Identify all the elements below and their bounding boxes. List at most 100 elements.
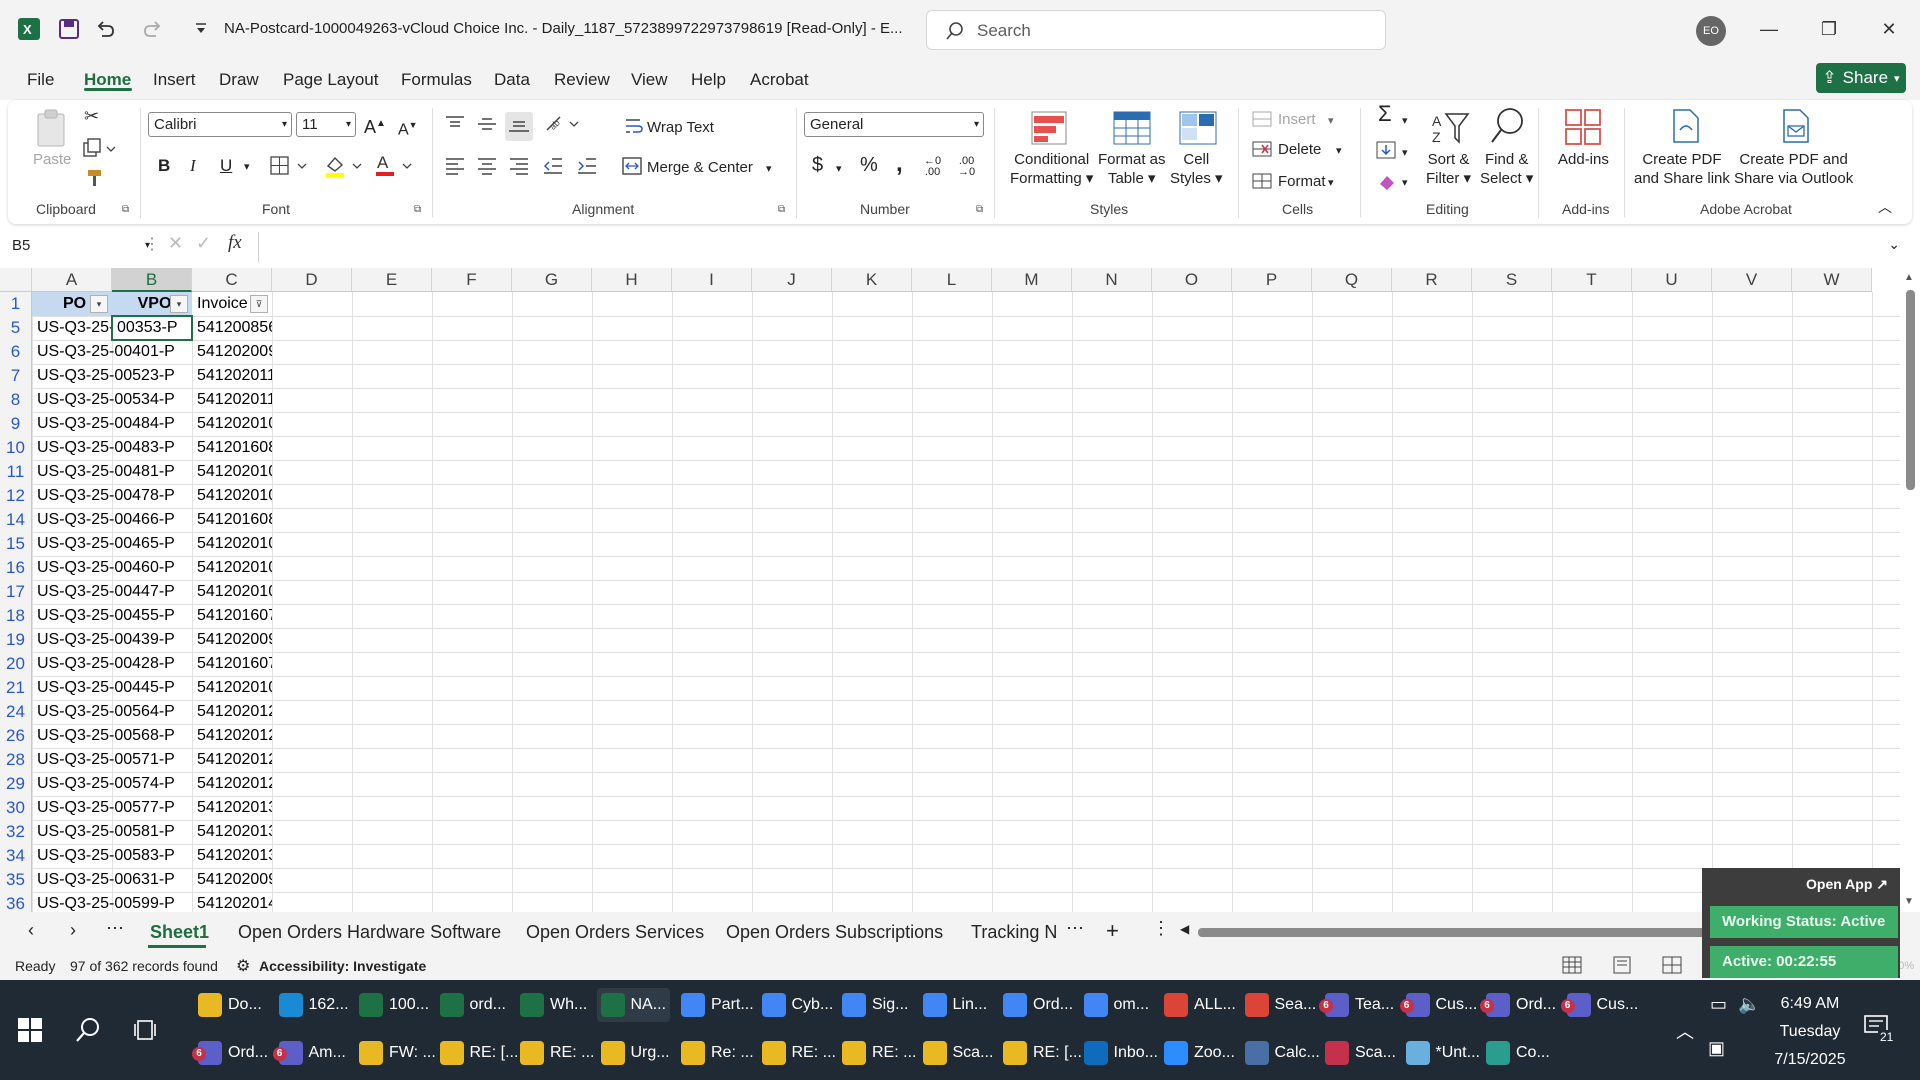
cell-invoice[interactable]: 5412020107 (192, 460, 272, 484)
cell-invoice[interactable]: 5412020127 (192, 748, 272, 772)
chevron-down-icon[interactable]: ▾ (1402, 112, 1408, 131)
percent-icon[interactable]: % (860, 155, 878, 175)
taskbar-app-teams[interactable]: 6 Am... (272, 1036, 350, 1070)
tab-view[interactable]: View (631, 70, 668, 90)
increase-decimal-icon[interactable]: ←0.00 (924, 156, 941, 178)
column-header[interactable]: V (1712, 268, 1792, 292)
row-header[interactable]: 7 (0, 364, 32, 388)
more-sheets-icon[interactable]: ⋯ (1066, 918, 1084, 939)
tab-review[interactable]: Review (554, 70, 610, 90)
chevron-down-icon[interactable]: ▾ (1328, 174, 1334, 193)
chevron-down-icon[interactable]: ▾ (1328, 112, 1334, 131)
format-painter-icon[interactable] (84, 168, 104, 191)
column-header[interactable]: S (1472, 268, 1552, 292)
prev-sheet-icon[interactable]: ‹ (28, 920, 34, 941)
cell-po[interactable]: US-Q3-25-00574-P (32, 772, 192, 796)
font-color-icon[interactable]: A (374, 152, 414, 181)
chevron-down-icon[interactable]: ▾ (766, 160, 772, 179)
dialog-launcher-icon[interactable]: ⧉ (122, 204, 129, 215)
scroll-up-icon[interactable]: ▲ (1904, 272, 1914, 283)
taskbar-app-teams[interactable]: 6 Tea... (1319, 988, 1398, 1022)
cell-invoice[interactable]: 5412020114 (192, 364, 272, 388)
dialog-launcher-icon[interactable]: ⧉ (414, 204, 421, 215)
cell-po[interactable]: US-Q3-25-00599-P (32, 892, 192, 912)
add-ins-icon[interactable] (1564, 106, 1604, 149)
chevron-down-icon[interactable]: ▾ (1402, 174, 1408, 193)
tab-data[interactable]: Data (494, 70, 530, 90)
row-header[interactable]: 28 (0, 748, 32, 772)
sheet-tab-sheet1[interactable]: Sheet1 (150, 922, 209, 943)
row-header[interactable]: 20 (0, 652, 32, 676)
column-header[interactable]: J (752, 268, 832, 292)
cell-po[interactable]: US-Q3-25-00577-P (32, 796, 192, 820)
borders-icon[interactable] (270, 156, 310, 179)
chevron-down-icon[interactable]: ▾ (244, 158, 250, 177)
share-button[interactable]: ⇪ Share ▾ (1816, 63, 1906, 93)
more-icon[interactable]: ⋮ (144, 234, 160, 254)
taskbar-app-excel[interactable]: NA... (596, 988, 671, 1022)
task-view-icon[interactable] (134, 1018, 158, 1045)
align-top-icon[interactable] (444, 114, 466, 137)
sort-filter-label[interactable]: Sort & Filter ▾ (1426, 150, 1471, 188)
taskbar-app-chrome[interactable]: Sig... (838, 988, 912, 1022)
column-header[interactable]: M (992, 268, 1072, 292)
cell-invoice[interactable]: 5412020101 (192, 580, 272, 604)
row-header[interactable]: 17 (0, 580, 32, 604)
expand-formula-icon[interactable]: ⌄ (1888, 236, 1900, 253)
sheet-tab-tracking[interactable]: Tracking N (971, 922, 1057, 943)
cell-po[interactable]: US-Q3-25-00484-P (32, 412, 192, 436)
paste-icon[interactable] (34, 108, 68, 151)
taskbar-app-edge[interactable]: 162... (275, 988, 353, 1022)
wrap-text-label[interactable]: Wrap Text (647, 118, 714, 137)
filter-dropdown-icon[interactable]: ▾ (170, 295, 188, 313)
cell-invoice[interactable]: 5412020122 (192, 700, 272, 724)
taskbar-app-mail[interactable]: RE: [... (999, 1036, 1086, 1070)
row-header[interactable]: 8 (0, 388, 32, 412)
cell-po[interactable]: US-Q3-25-00523-P (32, 364, 192, 388)
column-header[interactable]: K (832, 268, 912, 292)
chevron-down-icon[interactable]: ▾ (1336, 142, 1342, 161)
format-cells-label[interactable]: Format (1278, 172, 1326, 191)
wrap-text-icon[interactable] (624, 116, 644, 139)
taskbar-app-mail[interactable]: Urg... (597, 1036, 674, 1070)
row-header[interactable]: 30 (0, 796, 32, 820)
column-header[interactable]: C (192, 268, 272, 292)
taskbar-app-folder[interactable]: Do... (194, 988, 266, 1022)
taskbar-app-teams[interactable]: 6 Ord... (192, 1036, 272, 1070)
taskbar-app-mail[interactable]: RE: ... (838, 1036, 920, 1070)
comma-style-icon[interactable]: , (896, 152, 903, 176)
taskbar-app-chrome[interactable]: Part... (677, 988, 758, 1022)
find-select-label[interactable]: Find & Select ▾ (1480, 150, 1533, 188)
row-header[interactable]: 14 (0, 508, 32, 532)
formula-input[interactable]: ⌄ (258, 232, 1908, 262)
tab-page-layout[interactable]: Page Layout (283, 70, 378, 90)
cell-invoice[interactable]: 5412020132 (192, 796, 272, 820)
sort-filter-icon[interactable]: AZ (1430, 108, 1470, 151)
cell-vpo[interactable]: 00353-P (112, 316, 192, 340)
row-header[interactable]: 9 (0, 412, 32, 436)
row-header[interactable]: 35 (0, 868, 32, 892)
select-all-corner[interactable] (0, 268, 32, 292)
column-header[interactable]: B (112, 268, 192, 292)
options-icon[interactable]: ⋮ (1152, 918, 1170, 939)
open-app-link[interactable]: Open App ↗ (1806, 876, 1888, 893)
find-select-icon[interactable] (1488, 106, 1528, 149)
cut-icon[interactable]: ✂ (84, 106, 99, 127)
format-cells-icon[interactable] (1252, 172, 1272, 193)
scrollbar-thumb[interactable] (1906, 290, 1915, 490)
cell-po[interactable]: US-Q3-25-00583-P (32, 844, 192, 868)
column-header[interactable]: A (32, 268, 112, 292)
sheet-tab-open-orders-services[interactable]: Open Orders Services (526, 922, 704, 943)
column-header[interactable]: E (352, 268, 432, 292)
tab-home[interactable]: Home (84, 70, 131, 90)
column-header[interactable]: L (912, 268, 992, 292)
notification-center-icon[interactable]: 21 (1864, 1014, 1896, 1044)
row-header[interactable]: 26 (0, 724, 32, 748)
cell-po[interactable]: US-Q3-25-00455-P (32, 604, 192, 628)
normal-view-icon[interactable] (1562, 956, 1582, 977)
taskbar-app-excel[interactable]: 100... (355, 988, 433, 1022)
column-header[interactable]: Q (1312, 268, 1392, 292)
cell-po[interactable]: US-Q3-25-00466-P (32, 508, 192, 532)
cell-invoice[interactable]: 5412020128 (192, 772, 272, 796)
minimize-icon[interactable]: — (1754, 16, 1784, 42)
